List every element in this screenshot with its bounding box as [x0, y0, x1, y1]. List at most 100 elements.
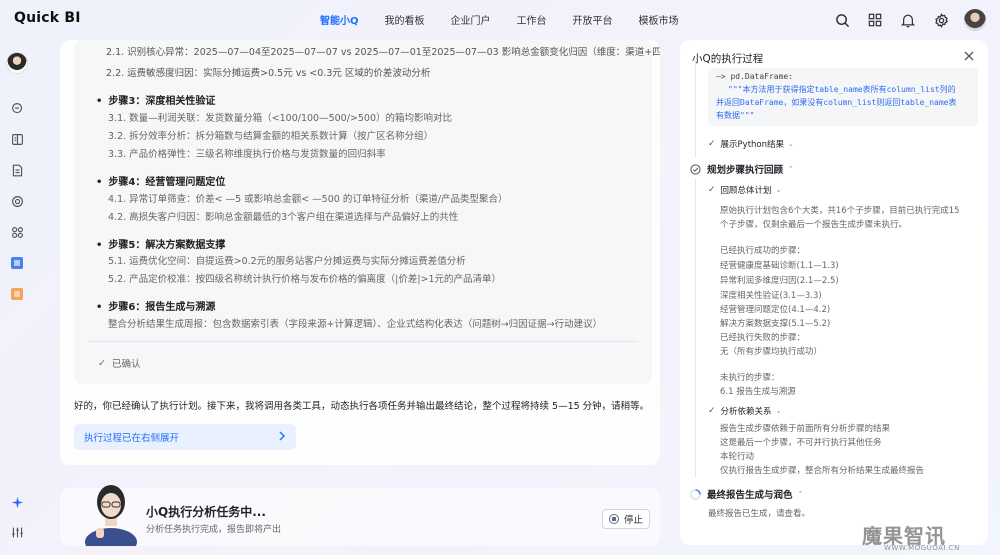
close-icon[interactable] — [962, 49, 976, 63]
main-nav: 智能小Q 我的看板 企业门户 工作台 开放平台 模板市场 — [320, 12, 705, 27]
code-line: 并返回DataFrame，如果没有column_list则返回table_nam… — [716, 98, 957, 107]
chat-area: 2.1. 识别核心异常：2025—07—04至2025—07—07 vs 202… — [60, 40, 660, 465]
grid-icon[interactable] — [866, 11, 884, 29]
execution-plan-card: 2.1. 识别核心异常：2025—07—04至2025—07—07 vs 202… — [74, 40, 660, 384]
panel-text-line: 最终报告已生成，请查看。 — [708, 509, 811, 519]
nav-item-template-market[interactable]: 模板市场 — [639, 12, 679, 27]
nav-item-my-dashboard[interactable]: 我的看板 — [385, 12, 425, 27]
confirmed-status: ✓ 已确认 — [98, 356, 141, 371]
step-line: 4.1. 异常订单筛查：价差< —5 或影响总金额< —500 的订单特征分析（… — [108, 194, 508, 205]
confirmed-label: 已确认 — [111, 359, 141, 370]
stop-label: 停止 — [623, 515, 643, 526]
step-line: 4.2. 高损失客户归因：影响总金额最低的3个客户组在渠道选择与产品偏好上的共性 — [108, 212, 459, 223]
nav-item-smart-q[interactable]: 智能小Q — [320, 12, 359, 27]
orange-square-icon[interactable] — [9, 286, 25, 302]
sliders-icon[interactable] — [9, 524, 25, 540]
step-line: 5.2. 产品定价校准：按四级名称统计执行价格与发布价格的偏离度（|价差|>1元… — [108, 274, 502, 285]
watermark-url: WWW.MOGUOAI.CN — [884, 544, 960, 552]
step-line: 整合分析结果生成周报：包含数据索引表（字段来源+计算逻辑）、企业式结构化表达（问… — [108, 319, 603, 330]
assistant-reply: 好的，你已经确认了执行计划。接下来，我将调用各类工具，动态执行各项任务并输出最终… — [74, 401, 650, 412]
code-block: —> pd.DataFrame: """本方法用于获得指定table_name表… — [708, 68, 978, 126]
left-rail — [0, 40, 34, 555]
panel-text-line: 个子步骤，仅剩余最后一个报告生成步骤未执行。 — [720, 220, 908, 230]
top-bar: Quick BI 智能小Q 我的看板 企业门户 工作台 开放平台 模板市场 — [0, 0, 1000, 40]
timeline-line — [695, 178, 696, 478]
section-final-report[interactable]: 最终报告生成与润色 ⌃ — [690, 487, 803, 501]
show-python-result-toggle[interactable]: ✓ 展示Python结果 ⌄ — [708, 138, 794, 150]
panel-text-line: 仅执行报告生成步骤，整合所有分析结果生成最终报告 — [720, 466, 925, 476]
bell-icon[interactable] — [899, 11, 917, 29]
stop-button[interactable]: 停止 — [602, 509, 650, 529]
check-circle-icon — [690, 163, 701, 175]
panel-text-line: 无（所有步骤均执行成功） — [720, 347, 823, 357]
show-python-label: 展示Python结果 — [720, 140, 785, 150]
panel-text-line: 报告生成步骤依赖于前面所有分析步骤的结果 — [720, 424, 891, 434]
panel-text-line: 原始执行计划包含6个大类，共16个子步骤，目前已执行完成15 — [720, 206, 960, 216]
loading-spinner-icon — [690, 488, 701, 500]
nav-item-open-platform[interactable]: 开放平台 — [573, 12, 613, 27]
nav-item-workbench[interactable]: 工作台 — [517, 12, 547, 27]
section-title: 规划步骤执行回顾 — [707, 165, 784, 176]
step-heading: 步骤3：深度相关性验证 — [96, 92, 215, 107]
gear-icon[interactable] — [932, 11, 950, 29]
task-title: 小Q执行分析任务中... — [146, 505, 266, 519]
book-icon[interactable] — [9, 131, 25, 147]
expand-process-button[interactable]: 执行过程已在右侧展开 — [74, 424, 296, 450]
step-line: 3.3. 产品价格弹性：三级名称维度执行价格与发货数量的回归斜率 — [108, 149, 386, 160]
search-icon[interactable] — [833, 11, 851, 29]
step-line: 3.1. 数量—利润关联：发货数量分箱（<100/100—500/>500）的箱… — [108, 113, 452, 124]
sub-title: 回顾总体计划 — [720, 186, 772, 196]
code-line: """本方法用于获得指定table_name表所有column_list列的 — [728, 85, 956, 94]
panel-title: 小Q的执行过程 — [692, 53, 764, 65]
task-subtitle: 分析任务执行完成，报告即将产出 — [146, 525, 282, 535]
chevron-down-icon: ⌄ — [788, 140, 794, 148]
user-avatar[interactable] — [964, 9, 986, 31]
blue-square-icon[interactable] — [9, 255, 25, 271]
panel-text-line: 本轮行动 — [720, 452, 755, 462]
stop-icon — [608, 514, 619, 524]
sub-title: 分析依赖关系 — [720, 407, 772, 417]
doc-icon[interactable] — [9, 162, 25, 178]
plan-line: 2.2. 运费敏感度归因：实际分摊运费>0.5元 vs <0.3元 区域的价差波… — [106, 68, 431, 79]
code-line: —> pd.DataFrame: — [716, 72, 794, 81]
step-heading: 步骤6：报告生成与溯源 — [96, 298, 215, 313]
sub-dependency-analysis[interactable]: ✓ 分析依赖关系 ⌄ — [708, 405, 781, 417]
check-icon: ✓ — [708, 139, 716, 149]
chat-search-icon[interactable] — [9, 100, 25, 116]
assistant-figure — [84, 476, 138, 555]
execution-process-panel: 小Q的执行过程 —> pd.DataFrame: """本方法用于获得指定tab… — [680, 40, 988, 545]
timeline-line — [695, 60, 696, 158]
plan-line: 2.1. 识别核心异常：2025—07—04至2025—07—07 vs 202… — [106, 47, 660, 58]
check-icon: ✓ — [708, 406, 716, 416]
step-heading: 步骤5：解决方案数据支撑 — [96, 236, 225, 251]
panel-text-line: 6.1 报告生成与溯源 — [720, 387, 796, 397]
panel-text-line: 经营健康度基础诊断(1.1—1.3) — [720, 261, 839, 271]
chevron-right-icon — [278, 431, 286, 444]
expand-process-label: 执行过程已在右侧展开 — [84, 433, 180, 444]
sparkle-icon[interactable] — [9, 494, 25, 510]
section-plan-review[interactable]: 规划步骤执行回顾 ⌃ — [690, 162, 794, 176]
panel-text-line: 已经执行成功的步骤： — [720, 246, 806, 256]
plan-divider — [88, 341, 638, 342]
chevron-up-icon: ⌃ — [797, 490, 804, 498]
quickbi-logo[interactable]: Quick BI — [14, 10, 81, 26]
step-heading: 步骤4：经营管理问题定位 — [96, 173, 225, 188]
panel-text-line: 解决方案数据支撑(5.1—5.2) — [720, 319, 831, 329]
chevron-down-icon: ⌄ — [775, 407, 782, 415]
chevron-down-icon: ⌄ — [775, 186, 782, 194]
apps-icon[interactable] — [9, 224, 25, 240]
section-title: 最终报告生成与润色 — [707, 490, 793, 501]
panel-text-line: 深度相关性验证(3.1—3.3) — [720, 291, 822, 301]
sub-review-overall-plan[interactable]: ✓ 回顾总体计划 ⌄ — [708, 184, 781, 196]
step-line: 5.1. 运费优化空间：自提运费>0.2元的服务站客户分摊运费与实际分摊运费差值… — [108, 256, 466, 267]
target-icon[interactable] — [9, 193, 25, 209]
step-line: 3.2. 拆分效率分析：拆分箱数与结算金额的相关系数计算（按广区名称分组） — [108, 131, 434, 142]
panel-text-line: 已经执行失败的步骤： — [720, 333, 806, 343]
panel-text-line: 异常利润多维度归因(2.1—2.5) — [720, 276, 839, 286]
chevron-up-icon: ⌃ — [788, 165, 794, 173]
panel-text-line: 这是最后一个步骤，不可并行执行其他任务 — [720, 438, 882, 448]
nav-item-enterprise-portal[interactable]: 企业门户 — [451, 12, 491, 27]
check-icon: ✓ — [98, 357, 106, 369]
panel-text-line: 未执行的步骤： — [720, 373, 780, 383]
assistant-avatar[interactable] — [6, 52, 28, 74]
